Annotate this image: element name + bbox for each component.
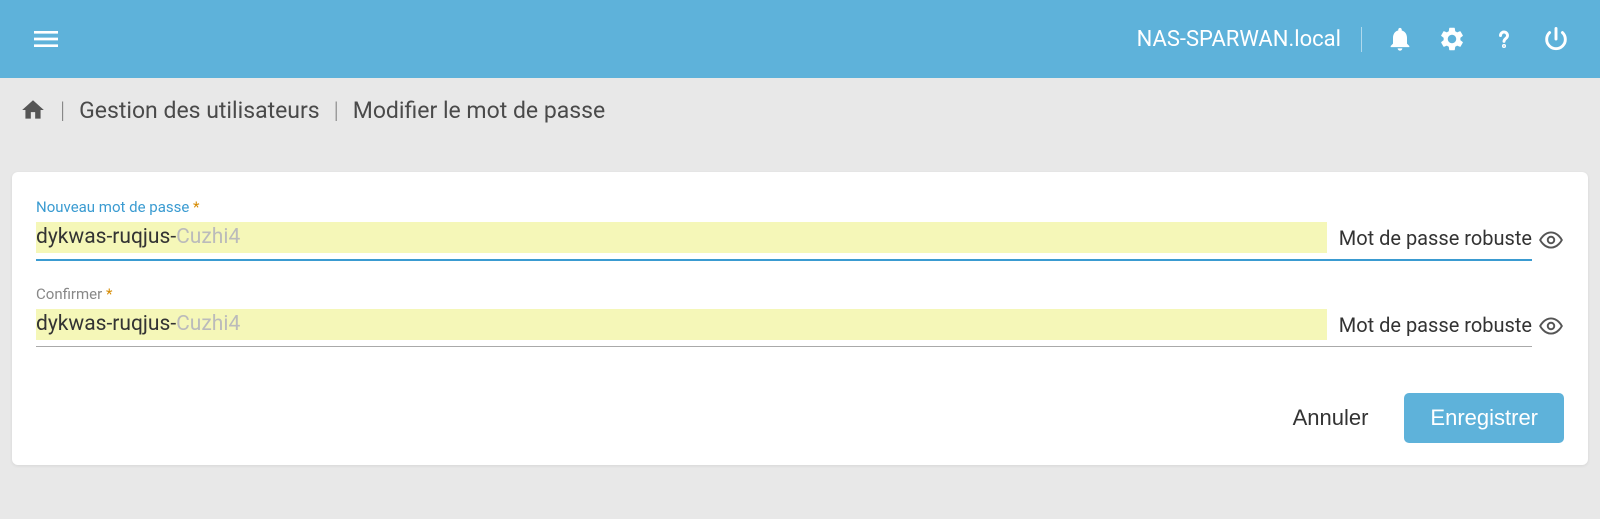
menu-icon[interactable] [30,23,62,55]
new-password-input[interactable]: dykwas-ruqjus-Cuzhi4 Mot de passe robust… [36,218,1532,261]
breadcrumb-separator: | [60,97,65,124]
confirm-password-label: Confirmer * [36,285,1564,303]
new-password-label: Nouveau mot de passe * [36,198,1564,216]
password-strength-label: Mot de passe robuste [1339,313,1532,337]
bell-icon[interactable] [1386,25,1414,53]
form-actions: Annuler Enregistrer [36,393,1564,443]
gear-icon[interactable] [1438,25,1466,53]
breadcrumb-user-management[interactable]: Gestion des utilisateurs [79,97,320,124]
home-icon[interactable] [20,97,46,123]
app-header: NAS-SPARWAN.local [0,0,1600,78]
cancel-button[interactable]: Annuler [1285,395,1377,441]
confirm-password-field: Confirmer * dykwas-ruqjus-Cuzhi4 Mot de … [36,285,1564,347]
breadcrumb-change-password: Modifier le mot de passe [353,97,605,124]
eye-icon[interactable] [1538,313,1564,339]
new-password-field: Nouveau mot de passe * dykwas-ruqjus-Cuz… [36,198,1564,261]
power-icon[interactable] [1542,25,1570,53]
breadcrumb: | Gestion des utilisateurs | Modifier le… [0,78,1600,142]
eye-icon[interactable] [1538,227,1564,253]
help-icon[interactable] [1490,25,1518,53]
password-strength-label: Mot de passe robuste [1339,226,1532,250]
hostname-label: NAS-SPARWAN.local [1137,27,1362,52]
form-card: Nouveau mot de passe * dykwas-ruqjus-Cuz… [12,172,1588,465]
save-button[interactable]: Enregistrer [1404,393,1564,443]
breadcrumb-separator: | [334,97,339,124]
confirm-password-input[interactable]: dykwas-ruqjus-Cuzhi4 Mot de passe robust… [36,305,1532,347]
